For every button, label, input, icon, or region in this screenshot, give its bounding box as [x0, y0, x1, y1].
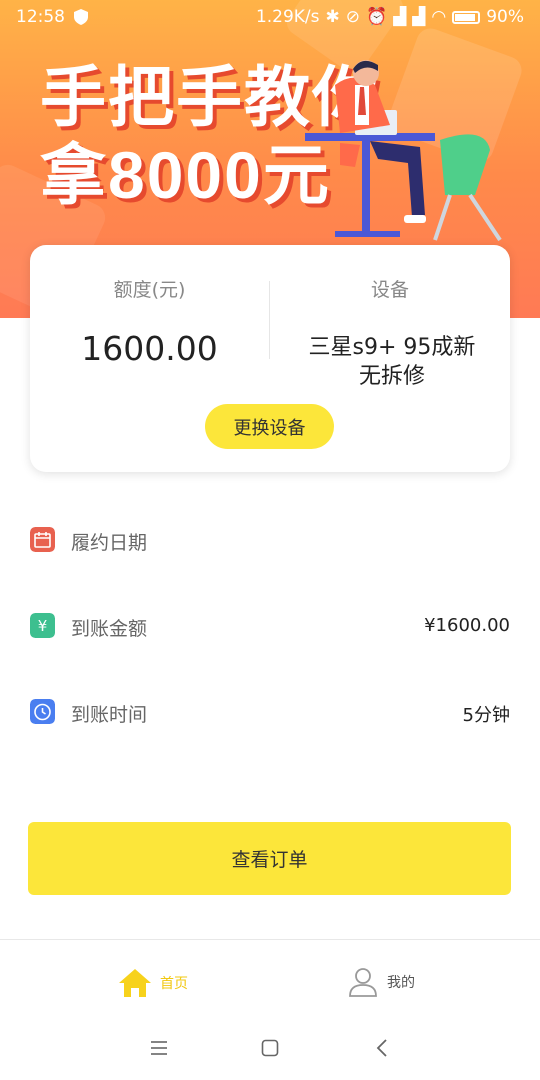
tab-home[interactable]: 首页 — [118, 967, 188, 999]
view-order-button[interactable]: 查看订单 — [28, 822, 511, 895]
battery-icon — [452, 10, 481, 24]
home-square-icon[interactable] — [261, 1039, 279, 1057]
device-line1: 三星s9+ 95成新 — [308, 335, 476, 360]
info-value: 5分钟 — [462, 705, 510, 726]
device-label: 设备 — [370, 279, 409, 301]
menu-icon[interactable] — [150, 1039, 168, 1057]
signal-icon: ▟ — [412, 7, 426, 27]
calendar-icon — [30, 527, 55, 552]
tab-label: 首页 — [160, 976, 188, 992]
network-speed: 1.29K/s — [255, 7, 320, 27]
back-icon[interactable] — [375, 1039, 389, 1057]
limit-label: 额度(元) — [113, 279, 186, 301]
system-nav-bar — [0, 1029, 540, 1080]
info-row-date: 履约日期 — [30, 525, 510, 555]
info-label: 到账金额 — [71, 618, 148, 640]
limit-value: 1600.00 — [81, 329, 218, 368]
home-icon — [119, 969, 151, 997]
mute-icon: ⊘ — [345, 7, 361, 27]
shield-icon — [74, 9, 88, 25]
info-label: 到账时间 — [71, 704, 148, 726]
quota-card: 额度(元) 设备 1600.00 三星s9+ 95成新 无拆修 更换设备 — [30, 245, 510, 472]
change-device-button[interactable]: 更换设备 — [205, 404, 334, 449]
signal-icon: ▟ — [393, 7, 407, 27]
info-label: 履约日期 — [71, 532, 148, 554]
person-icon — [349, 968, 377, 997]
status-right: 1.29K/s ✱ ⊘ ⏰ ▟ ▟ ◠ 90% — [256, 7, 524, 27]
bottom-tab-bar: 首页 我的 — [0, 939, 540, 1030]
info-row-amount: ¥ 到账金额 ¥1600.00 — [30, 611, 510, 641]
status-bar: 12:58 1.29K/s ✱ ⊘ ⏰ ▟ ▟ ◠ 90% — [0, 0, 540, 34]
clock-icon — [30, 699, 55, 724]
info-value: ¥1600.00 — [424, 615, 510, 636]
wifi-icon: ◠ — [431, 7, 447, 27]
bluetooth-icon: ✱ — [325, 7, 340, 27]
tab-mine[interactable]: 我的 — [347, 967, 415, 997]
battery-percent: 90% — [486, 7, 524, 27]
device-value: 三星s9+ 95成新 无拆修 — [280, 333, 504, 391]
info-row-time: 到账时间 5分钟 — [30, 697, 510, 727]
yen-icon: ¥ — [30, 613, 55, 638]
card-divider — [269, 281, 270, 359]
office-worker-illustration — [305, 60, 502, 242]
alarm-icon: ⏰ — [366, 7, 388, 27]
svg-text:¥: ¥ — [38, 617, 48, 635]
device-line2: 无拆修 — [358, 364, 425, 389]
status-time: 12:58 — [16, 7, 65, 27]
tab-label: 我的 — [387, 975, 415, 991]
